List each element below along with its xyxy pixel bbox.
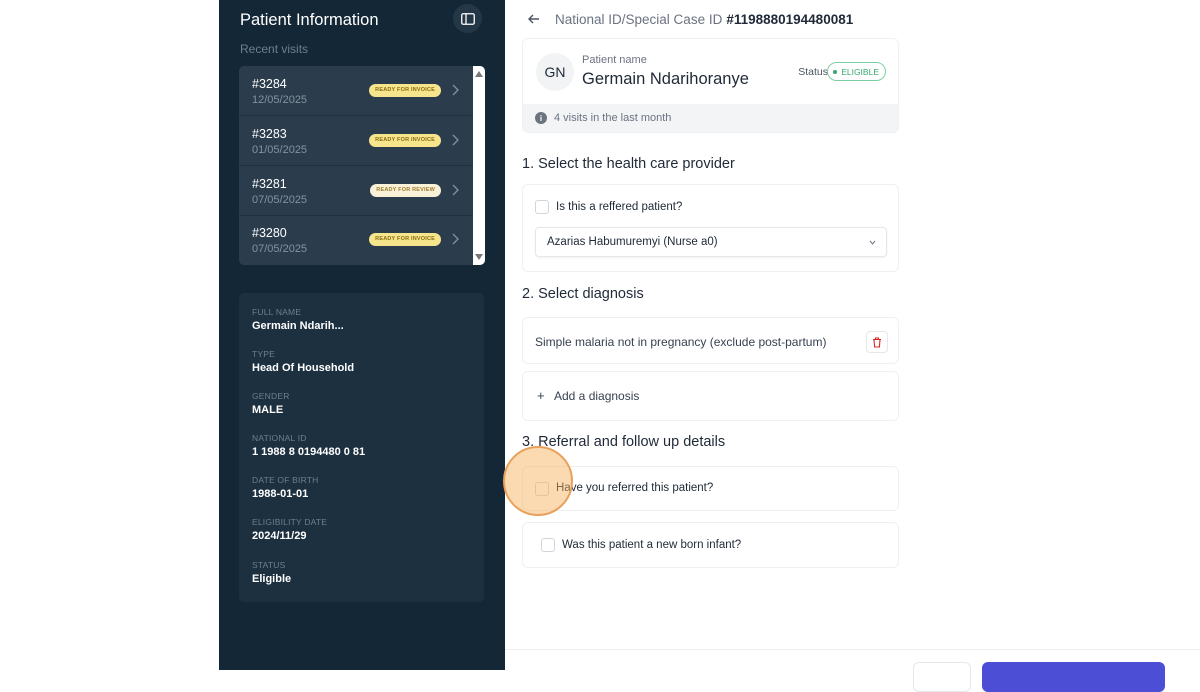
provider-box: Is this a reffered patient? Azarias Habu… [522, 184, 899, 272]
status-dot-icon [833, 69, 838, 74]
avatar: GN [536, 53, 574, 91]
info-date-of-birth: DATE OF BIRTH 1988-01-01 [252, 475, 319, 500]
referred-question-box: Have you referred this patient? [522, 466, 899, 511]
breadcrumb: National ID/Special Case ID #11988801944… [527, 10, 853, 28]
visit-status-badge: READY FOR INVOICE [369, 233, 441, 246]
newborn-infant-checkbox[interactable] [541, 538, 555, 552]
chevron-down-icon [869, 240, 876, 245]
section-provider-title: 1. Select the health care provider [522, 156, 735, 172]
visits-scrollbar[interactable] [473, 66, 485, 265]
visit-row[interactable]: #3281 07/05/2025 READY FOR REVIEW [239, 166, 473, 216]
info-value: 2024/11/29 [252, 530, 307, 542]
status-label: Status [798, 66, 828, 78]
info-label: ELIGIBILITY DATE [252, 517, 328, 527]
info-value: 1988-01-01 [252, 488, 309, 500]
diagnosis-text: Simple malaria not in pregnancy (exclude… [535, 335, 827, 349]
referred-this-patient-label: Have you referred this patient? [556, 482, 714, 494]
referred-this-patient-checkbox[interactable] [535, 482, 549, 496]
main-content: National ID/Special Case ID #11988801944… [503, 0, 1200, 692]
back-arrow-icon[interactable] [527, 12, 541, 26]
visit-id: #3280 [252, 226, 287, 240]
chevron-right-icon [452, 184, 459, 196]
info-label: DATE OF BIRTH [252, 475, 319, 485]
newborn-infant-label: Was this patient a new born infant? [562, 539, 742, 551]
visit-row[interactable]: #3283 01/05/2025 READY FOR INVOICE [239, 116, 473, 166]
info-value: 1 1988 8 0194480 0 81 [252, 446, 366, 458]
visit-status-badge: READY FOR REVIEW [370, 184, 441, 197]
visit-id: #3281 [252, 177, 287, 191]
scroll-up-arrow-icon[interactable] [475, 71, 483, 77]
section-diagnosis-title: 2. Select diagnosis [522, 286, 644, 302]
visit-row[interactable]: #3284 12/05/2025 READY FOR INVOICE [239, 66, 473, 116]
breadcrumb-id: #1198880194480081 [726, 11, 854, 27]
plus-icon: + [537, 388, 545, 403]
scroll-down-arrow-icon[interactable] [475, 254, 483, 260]
breadcrumb-label: National ID/Special Case ID [555, 11, 723, 27]
diagnosis-item: Simple malaria not in pregnancy (exclude… [522, 317, 899, 364]
info-value: MALE [252, 404, 284, 416]
info-label: NATIONAL ID [252, 433, 307, 443]
sidebar-title: Patient Information [240, 11, 379, 29]
newborn-question-box: Was this patient a new born infant? [522, 522, 899, 568]
info-value: Head Of Household [252, 362, 355, 374]
chevron-right-icon [452, 134, 459, 146]
info-full-name: FULL NAME Germain Ndarih... [252, 307, 344, 332]
sidebar-toggle-button[interactable] [453, 4, 482, 33]
add-diagnosis-label: Add a diagnosis [554, 389, 640, 403]
info-value: Germain Ndarih... [252, 320, 344, 332]
section-referral-title: 3. Referral and follow up details [522, 434, 726, 450]
info-status: STATUS Eligible [252, 560, 291, 585]
patient-name-label: Patient name [582, 54, 647, 66]
footer-divider [505, 649, 1200, 650]
info-gender: GENDER MALE [252, 391, 290, 416]
provider-select-value: Azarias Habumuremyi (Nurse a0) [547, 236, 718, 248]
patient-summary-card: GN Patient name Germain Ndarihoranye Sta… [522, 38, 899, 133]
add-diagnosis-button[interactable]: + Add a diagnosis [522, 371, 899, 421]
trash-icon [873, 336, 881, 348]
recent-visits-list[interactable]: #3284 12/05/2025 READY FOR INVOICE #3283… [239, 66, 485, 265]
patient-sidebar: Patient Information Recent visits #3284 … [219, 0, 505, 670]
info-type: TYPE Head Of Household [252, 349, 354, 374]
chevron-right-icon [452, 84, 459, 96]
info-label: GENDER [252, 391, 290, 401]
status-text: ELIGIBLE [841, 66, 879, 77]
footer-primary-button[interactable] [982, 662, 1165, 692]
recent-visits-label: Recent visits [240, 42, 309, 56]
patient-name: Germain Ndarihoranye [582, 70, 749, 88]
delete-diagnosis-button[interactable] [866, 331, 888, 353]
patient-details-card: FULL NAME Germain Ndarih... TYPE Head Of… [239, 293, 484, 602]
visit-status-badge: READY FOR INVOICE [369, 134, 441, 147]
footer-secondary-button[interactable] [913, 662, 971, 692]
visits-summary-text: 4 visits in the last month [554, 112, 672, 124]
provider-select[interactable]: Azarias Habumuremyi (Nurse a0) [535, 227, 887, 257]
referred-patient-label: Is this a reffered patient? [556, 201, 683, 213]
visit-date: 12/05/2025 [252, 94, 308, 106]
visit-id: #3284 [252, 77, 287, 91]
referred-patient-checkbox[interactable] [535, 200, 549, 214]
visit-date: 07/05/2025 [252, 243, 308, 255]
info-label: STATUS [252, 560, 286, 570]
chevron-right-icon [452, 233, 459, 245]
info-national-id: NATIONAL ID 1 1988 8 0194480 0 81 [252, 433, 365, 458]
visit-date: 07/05/2025 [252, 194, 308, 206]
info-eligibility-date: ELIGIBILITY DATE 2024/11/29 [252, 517, 327, 542]
visit-date: 01/05/2025 [252, 144, 308, 156]
info-value: Eligible [252, 573, 292, 585]
panel-toggle-icon [460, 12, 475, 25]
visit-status-badge: READY FOR INVOICE [369, 84, 441, 97]
status-badge: ELIGIBLE [827, 62, 886, 81]
info-icon: i [535, 112, 547, 124]
visit-id: #3283 [252, 127, 287, 141]
info-label: TYPE [252, 349, 276, 359]
info-label: FULL NAME [252, 307, 302, 317]
visits-summary: i 4 visits in the last month [523, 104, 898, 132]
visit-row[interactable]: #3280 07/05/2025 READY FOR INVOICE [239, 215, 473, 265]
